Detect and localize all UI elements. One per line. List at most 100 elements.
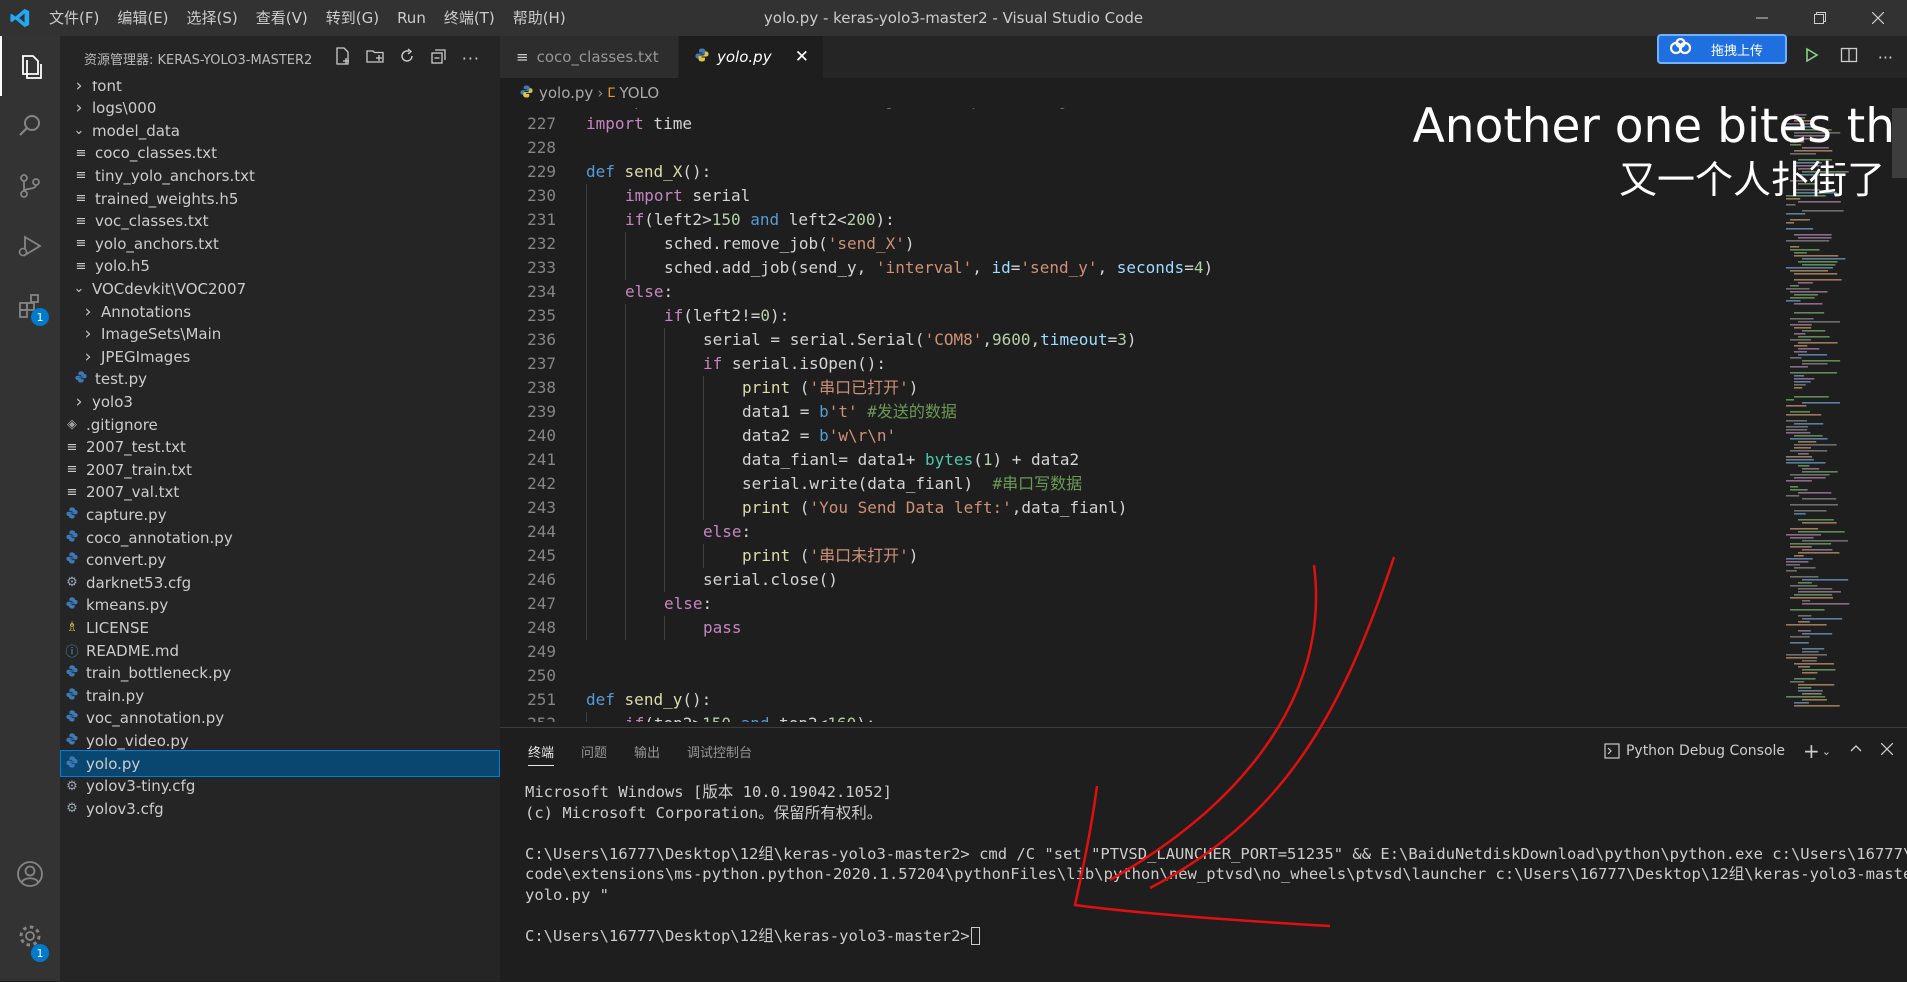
minimize-icon[interactable] <box>1733 0 1791 36</box>
extensions-icon[interactable]: 1 <box>0 276 60 336</box>
menu-item[interactable]: 文件(F) <box>40 0 108 36</box>
tree-item-label: trained_weights.h5 <box>95 189 239 208</box>
menu-item[interactable]: 查看(V) <box>247 0 317 36</box>
code-line[interactable]: 249 <box>500 640 1780 664</box>
binary-file-icon: ≡ <box>75 191 87 206</box>
minimap-line <box>1786 123 1814 125</box>
more-actions-icon[interactable]: ··· <box>462 49 480 68</box>
config-file-icon: ⚙ <box>66 801 78 817</box>
close-window-icon[interactable] <box>1849 0 1907 36</box>
code-line[interactable]: 237 if serial.isOpen(): <box>500 352 1780 376</box>
code-token: top2< <box>770 714 827 722</box>
chevron-right-icon: › <box>597 84 604 102</box>
new-terminal-icon[interactable]: + <box>1803 739 1820 763</box>
close-panel-icon[interactable] <box>1880 742 1894 759</box>
chevron-up-icon[interactable] <box>1849 742 1863 760</box>
code-line[interactable]: 243 print ('You Send Data left:',data_fia… <box>500 496 1780 520</box>
menu-item[interactable]: 编辑(E) <box>108 0 177 36</box>
text-file-icon: ≡ <box>66 484 78 500</box>
panel-tab[interactable]: 问题 <box>581 728 607 774</box>
breadcrumb-file[interactable]: yolo.py <box>539 84 593 102</box>
minimap-line <box>1786 267 1833 269</box>
code-line[interactable]: 231 if(left2>150 and left2<200): <box>500 208 1780 232</box>
terminal-selector[interactable]: Python Debug Console <box>1604 743 1785 759</box>
vscode-logo-icon[interactable] <box>0 0 40 36</box>
menu-item[interactable]: 帮助(H) <box>504 0 575 36</box>
editor-scrollbar[interactable] <box>1892 108 1907 178</box>
minimap-line <box>1794 345 1808 347</box>
upload-button[interactable]: 拖拽上传 <box>1657 34 1787 64</box>
code-editor[interactable]: 226fromapscheduler.schedulers.background… <box>500 108 1907 722</box>
code-token: : <box>663 282 674 301</box>
code-token: ) <box>904 234 915 253</box>
menu-item[interactable]: 终端(T) <box>435 0 504 36</box>
code-line[interactable]: 233 sched.add_job(send_y, 'interval', id=… <box>500 256 1780 280</box>
refresh-icon[interactable] <box>398 47 416 69</box>
chevron-right-icon: › <box>84 301 92 322</box>
tab-yolo-py[interactable]: yolo.py ✕ <box>679 36 823 78</box>
menu-item[interactable]: Run <box>388 0 435 36</box>
code-line[interactable]: 229 def send_X(): <box>500 160 1780 184</box>
code-line[interactable]: 240 data2 = b'w\r\n' <box>500 424 1780 448</box>
code-line[interactable]: 234 else: <box>500 280 1780 304</box>
minimap-line <box>1786 657 1818 659</box>
tab-coco-classes[interactable]: ≡ coco_classes.txt <box>500 36 678 78</box>
new-folder-icon[interactable] <box>366 47 384 69</box>
code-line[interactable]: 246 serial.close() <box>500 568 1780 592</box>
settings-gear-icon[interactable]: 1 <box>0 906 60 966</box>
code-line[interactable]: 247 else: <box>500 592 1780 616</box>
code-line[interactable]: 228 <box>500 136 1780 160</box>
upload-button-label: 拖拽上传 <box>1711 43 1764 59</box>
chevron-down-icon[interactable]: ⌄ <box>1822 745 1831 758</box>
tree-item-label: font <box>92 81 122 95</box>
restore-icon[interactable] <box>1791 0 1849 36</box>
split-editor-icon[interactable] <box>1840 46 1858 68</box>
code-line[interactable]: 245 print ('串口未打开') <box>500 544 1780 568</box>
panel-tab[interactable]: 输出 <box>634 728 660 774</box>
code-line[interactable]: 242 serial.write(data_fianl) #串口写数据 <box>500 472 1780 496</box>
minimap-line <box>1802 672 1818 674</box>
code-line[interactable]: 239 data1 = b't' #发送的数据 <box>500 400 1780 424</box>
code-line[interactable]: 227 import time <box>500 112 1780 136</box>
terminal-line: (c) Microsoft Corporation。保留所有权利。 <box>525 803 883 822</box>
minimap-line <box>1794 705 1840 707</box>
new-file-icon[interactable] <box>334 47 352 69</box>
tree-item-label: train_bottleneck.py <box>86 664 232 683</box>
line-number: 251 <box>527 690 556 709</box>
line-number: 229 <box>527 162 556 181</box>
run-file-icon[interactable] <box>1804 47 1820 67</box>
more-actions-icon[interactable]: ··· <box>1878 48 1893 67</box>
account-icon[interactable] <box>0 844 60 904</box>
menu-item[interactable]: 转到(G) <box>317 0 388 36</box>
code-line[interactable]: 241 data_fianl= data1+ bytes(1) + data2 <box>500 448 1780 472</box>
code-line[interactable]: 250 <box>500 664 1780 688</box>
tree-item-label: yolo_anchors.txt <box>95 234 219 253</box>
search-icon[interactable] <box>0 96 60 156</box>
source-control-icon[interactable] <box>0 156 60 216</box>
run-debug-icon[interactable] <box>0 216 60 276</box>
minimap-line <box>1798 159 1832 161</box>
menu-item[interactable]: 选择(S) <box>178 0 247 36</box>
panel-tab[interactable]: 调试控制台 <box>687 728 752 774</box>
breadcrumb-symbol[interactable]: YOLO <box>619 84 659 102</box>
minimap[interactable] <box>1780 108 1892 722</box>
code-line[interactable]: 248 pass <box>500 616 1780 640</box>
minimap-line <box>1794 117 1806 119</box>
code-line[interactable]: 251 def send_y(): <box>500 688 1780 712</box>
close-tab-icon[interactable]: ✕ <box>795 47 809 67</box>
code-line[interactable]: 252 if(top2>150 and top2<160): <box>500 712 1780 722</box>
code-line[interactable]: 232 sched.remove_job('send_X') <box>500 232 1780 256</box>
code-token: seconds <box>1116 258 1185 277</box>
minimap-line <box>1802 471 1838 473</box>
panel-tab[interactable]: 终端 <box>528 728 555 774</box>
code-line[interactable]: 235 if(left2!=0): <box>500 304 1780 328</box>
collapse-all-icon[interactable] <box>430 47 448 69</box>
tree-item[interactable]: ⚙ yolov3.cfg <box>60 795 500 822</box>
code-line[interactable]: 236 serial = serial.Serial('COM8',9600,ti… <box>500 328 1780 352</box>
code-line[interactable]: 238 print ('串口已打开') <box>500 376 1780 400</box>
minimap-line <box>1798 354 1828 356</box>
code-line[interactable]: 230 import serial <box>500 184 1780 208</box>
explorer-icon[interactable] <box>0 36 60 96</box>
code-line[interactable]: 244 else: <box>500 520 1780 544</box>
config-file-icon: ⚙ <box>66 575 78 591</box>
